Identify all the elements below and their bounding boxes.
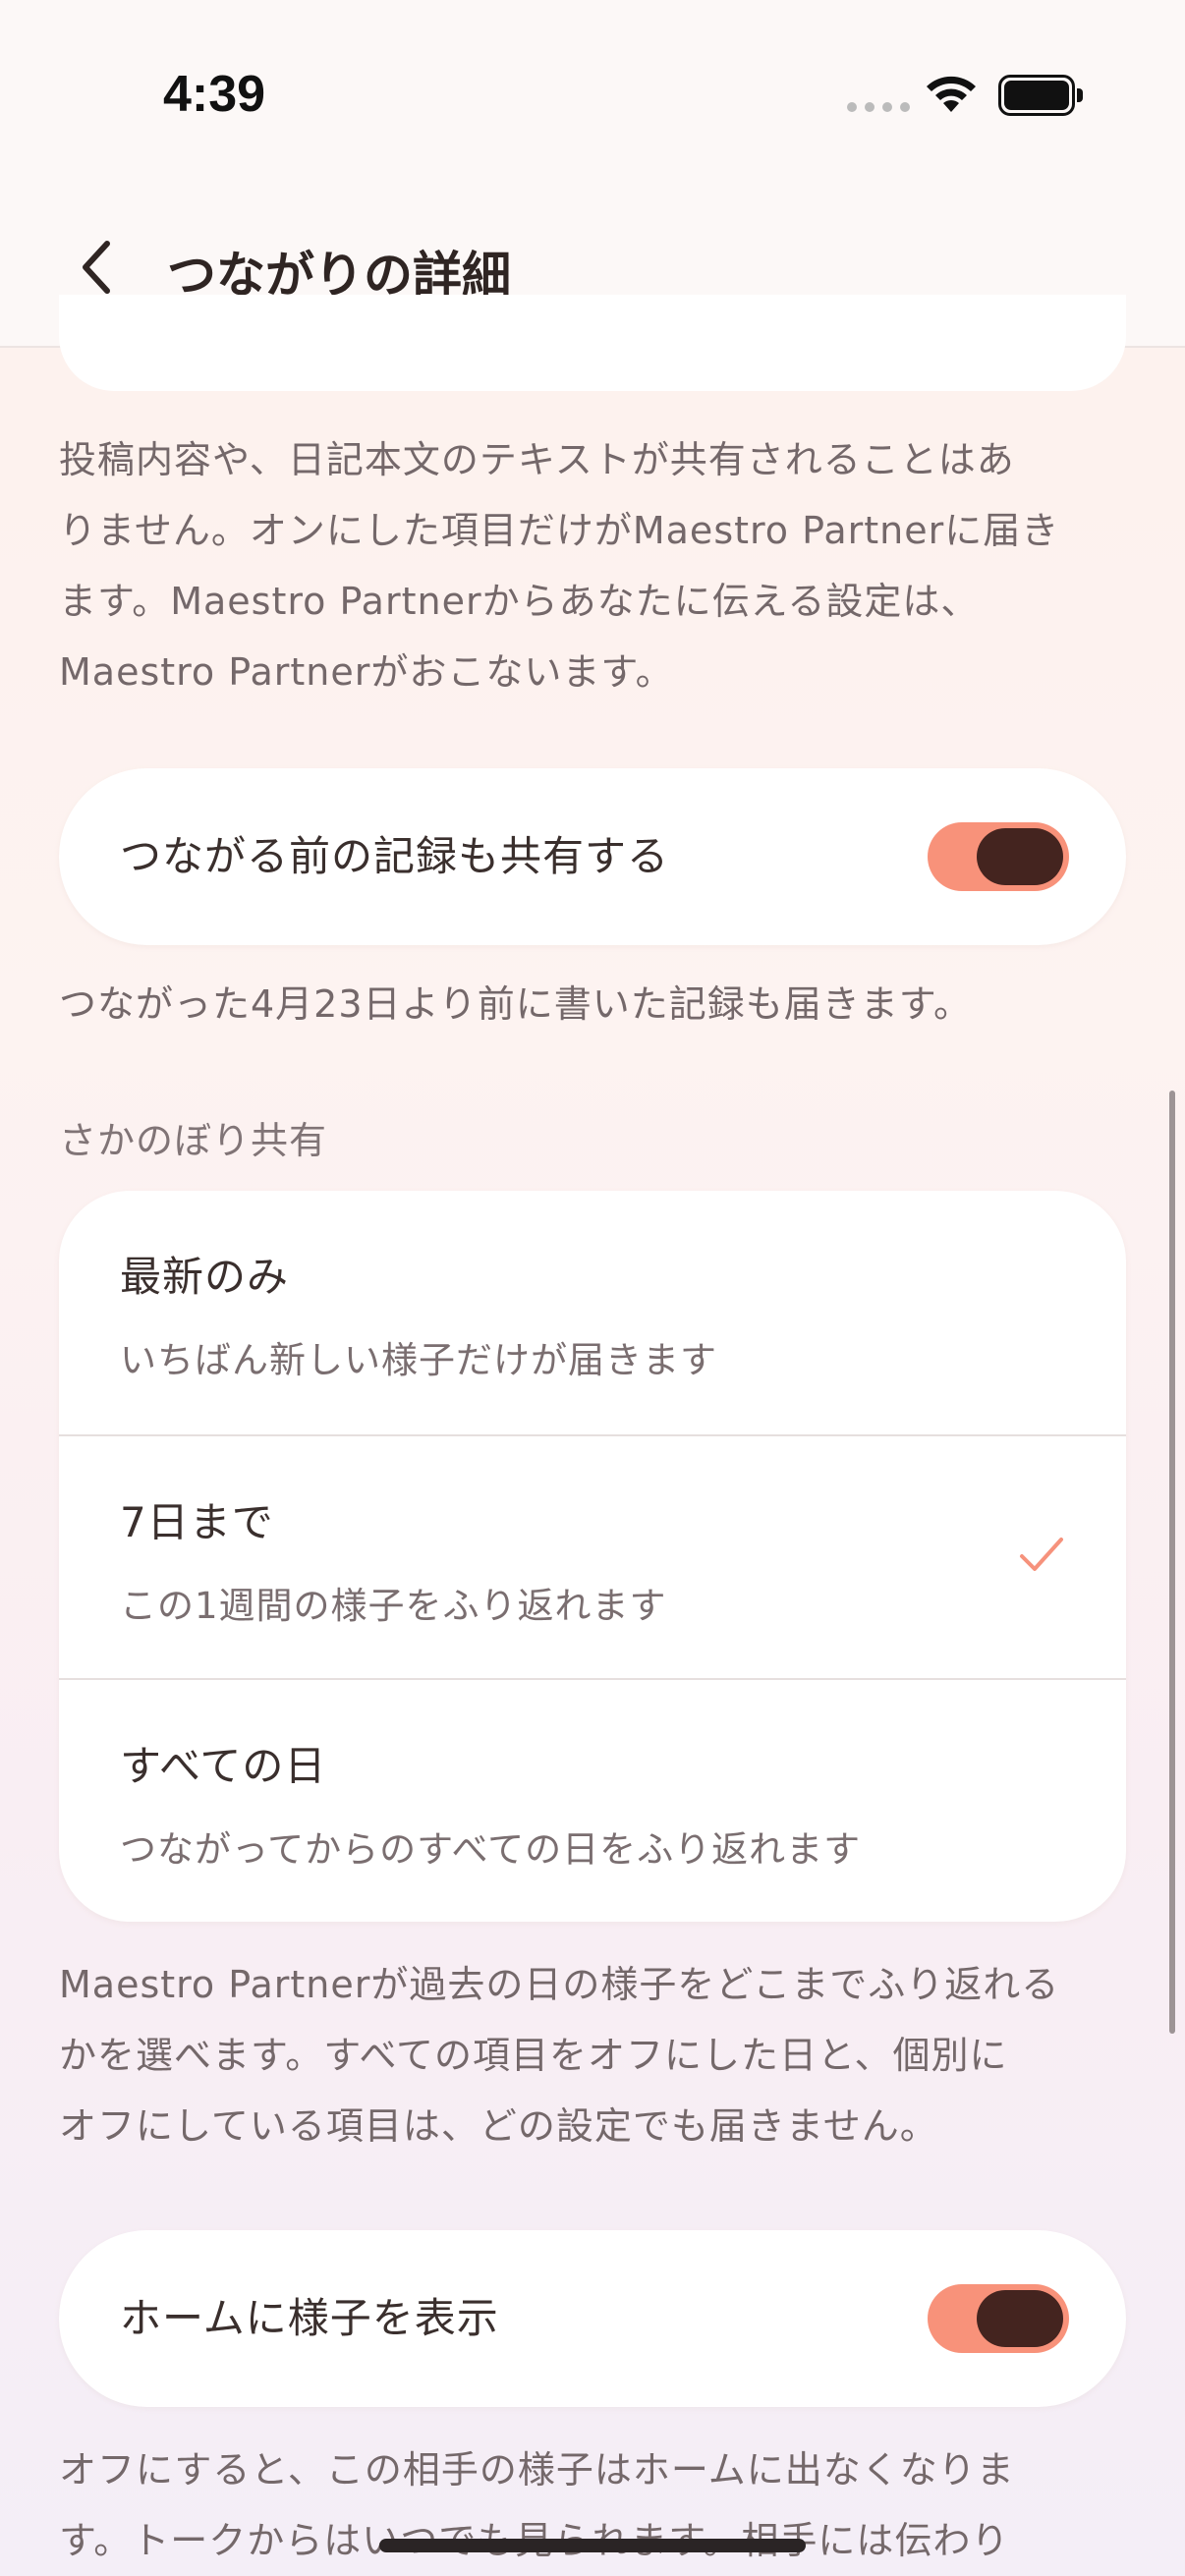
- intro-description: 投稿内容や、日記本文のテキストが共有されることはあ りません。オンにした項目だけ…: [59, 424, 1130, 707]
- share-before-row[interactable]: つながる前の記録も共有する: [59, 768, 1126, 945]
- home-display-note: オフにすると、この相手の様子はホームに出なくなりま す。トークからはいつでも見ら…: [59, 2435, 1130, 2576]
- status-time: 4:39: [163, 66, 266, 123]
- share-before-label: つながる前の記録も共有する: [120, 832, 670, 880]
- cellular-dots-icon: [847, 102, 910, 112]
- toggle-knob: [977, 828, 1063, 885]
- option-all-days[interactable]: すべての日 つながってからのすべての日をふり返れます: [59, 1678, 1126, 1922]
- chevron-left-icon: [83, 241, 110, 294]
- intro-line: 投稿内容や、日記本文のテキストが共有されることはあ: [59, 438, 1015, 481]
- note-line: オフにすると、この相手の様子はホームに出なくなりま: [59, 2448, 1015, 2492]
- retro-share-note: Maestro Partnerが過去の日の様子をどこまでふり返れる かを選べます…: [59, 1949, 1130, 2161]
- note-line: オフにしている項目は、どの設定でも届きません。: [59, 2104, 938, 2148]
- share-before-note: つながった4月23日より前に書いた記録も届きます。: [59, 982, 972, 1026]
- share-before-toggle[interactable]: [928, 822, 1069, 891]
- option-7-days[interactable]: 7日まで この1週間の様子をふり返れます: [59, 1434, 1126, 1678]
- home-indicator[interactable]: [379, 2539, 806, 2552]
- previous-card: [59, 295, 1126, 391]
- option-title: すべての日: [120, 1742, 327, 1790]
- option-title: 最新のみ: [120, 1253, 290, 1301]
- battery-icon: [998, 75, 1083, 116]
- home-display-label: ホームに様子を表示: [120, 2294, 499, 2342]
- option-subtitle: この1週間の様子をふり返れます: [120, 1585, 667, 1627]
- checkmark-icon: [1020, 1538, 1063, 1571]
- status-bar: 4:39: [0, 0, 1185, 187]
- note-line: かを選べます。すべての項目をオフにした日と、個別に: [59, 2034, 1008, 2077]
- option-subtitle: つながってからのすべての日をふり返れます: [120, 1828, 862, 1871]
- intro-line: ます。Maestro Partnerからあなたに伝える設定は、: [59, 580, 980, 623]
- toggle-knob: [977, 2290, 1063, 2347]
- scrollbar[interactable]: [1169, 1091, 1175, 2034]
- option-title: 7日まで: [120, 1498, 274, 1546]
- note-line: Maestro Partnerが過去の日の様子をどこまでふり返れる: [59, 1963, 1060, 2006]
- wifi-icon: [927, 76, 976, 112]
- retro-share-header: さかのぼり共有: [59, 1119, 328, 1162]
- option-subtitle: いちばん新しい様子だけが届きます: [120, 1339, 717, 1381]
- intro-line: Maestro Partnerがおこないます。: [59, 650, 674, 694]
- home-display-row[interactable]: ホームに様子を表示: [59, 2230, 1126, 2407]
- intro-line: りません。オンにした項目だけがMaestro Partnerに届き: [59, 509, 1060, 552]
- home-display-toggle[interactable]: [928, 2284, 1069, 2353]
- retro-share-options: 最新のみ いちばん新しい様子だけが届きます 7日まで この1週間の様子をふり返れ…: [59, 1191, 1126, 1922]
- option-latest-only[interactable]: 最新のみ いちばん新しい様子だけが届きます: [59, 1191, 1126, 1434]
